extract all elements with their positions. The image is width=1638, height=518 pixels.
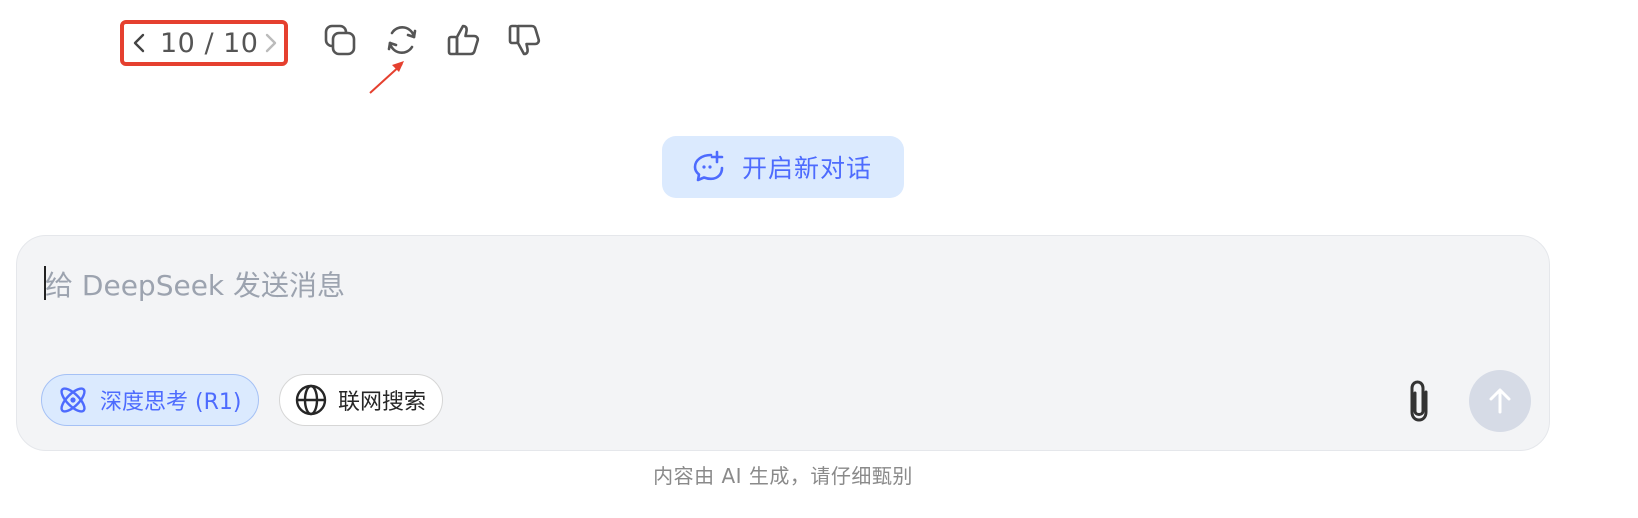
new-chat-icon [690,149,726,185]
globe-icon [294,383,328,417]
ai-disclaimer: 内容由 AI 生成，请仔细甄别 [653,464,913,488]
version-pager: 10 / 10 [120,20,288,66]
refresh-icon[interactable] [382,20,422,60]
thumbs-up-icon[interactable] [444,20,484,60]
arrow-up-icon [1489,388,1511,414]
new-chat-button[interactable]: 开启新对话 [662,136,904,198]
atom-icon [56,383,90,417]
copy-icon[interactable] [320,20,360,60]
chevron-right-icon[interactable] [260,32,282,54]
annotation-arrow [369,61,404,94]
chevron-left-icon[interactable] [128,32,150,54]
deep-think-toggle[interactable]: 深度思考 (R1) [41,374,259,426]
web-search-toggle[interactable]: 联网搜索 [279,374,443,426]
deep-think-label: 深度思考 (R1) [100,390,242,415]
new-chat-label: 开启新对话 [742,154,873,183]
message-input[interactable] [43,262,1347,322]
thumbs-down-icon[interactable] [505,20,545,60]
text-caret [44,266,46,300]
send-button[interactable] [1469,370,1531,432]
chat-page: 10 / 10 开启新对话 给 DeepSeek 发送消息 深度思考 (R1) … [0,0,1638,518]
message-composer: 深度思考 (R1) 联网搜索 [16,235,1550,451]
web-search-label: 联网搜索 [338,390,427,415]
paperclip-icon[interactable] [1397,376,1441,426]
pager-count: 10 / 10 [160,28,259,59]
